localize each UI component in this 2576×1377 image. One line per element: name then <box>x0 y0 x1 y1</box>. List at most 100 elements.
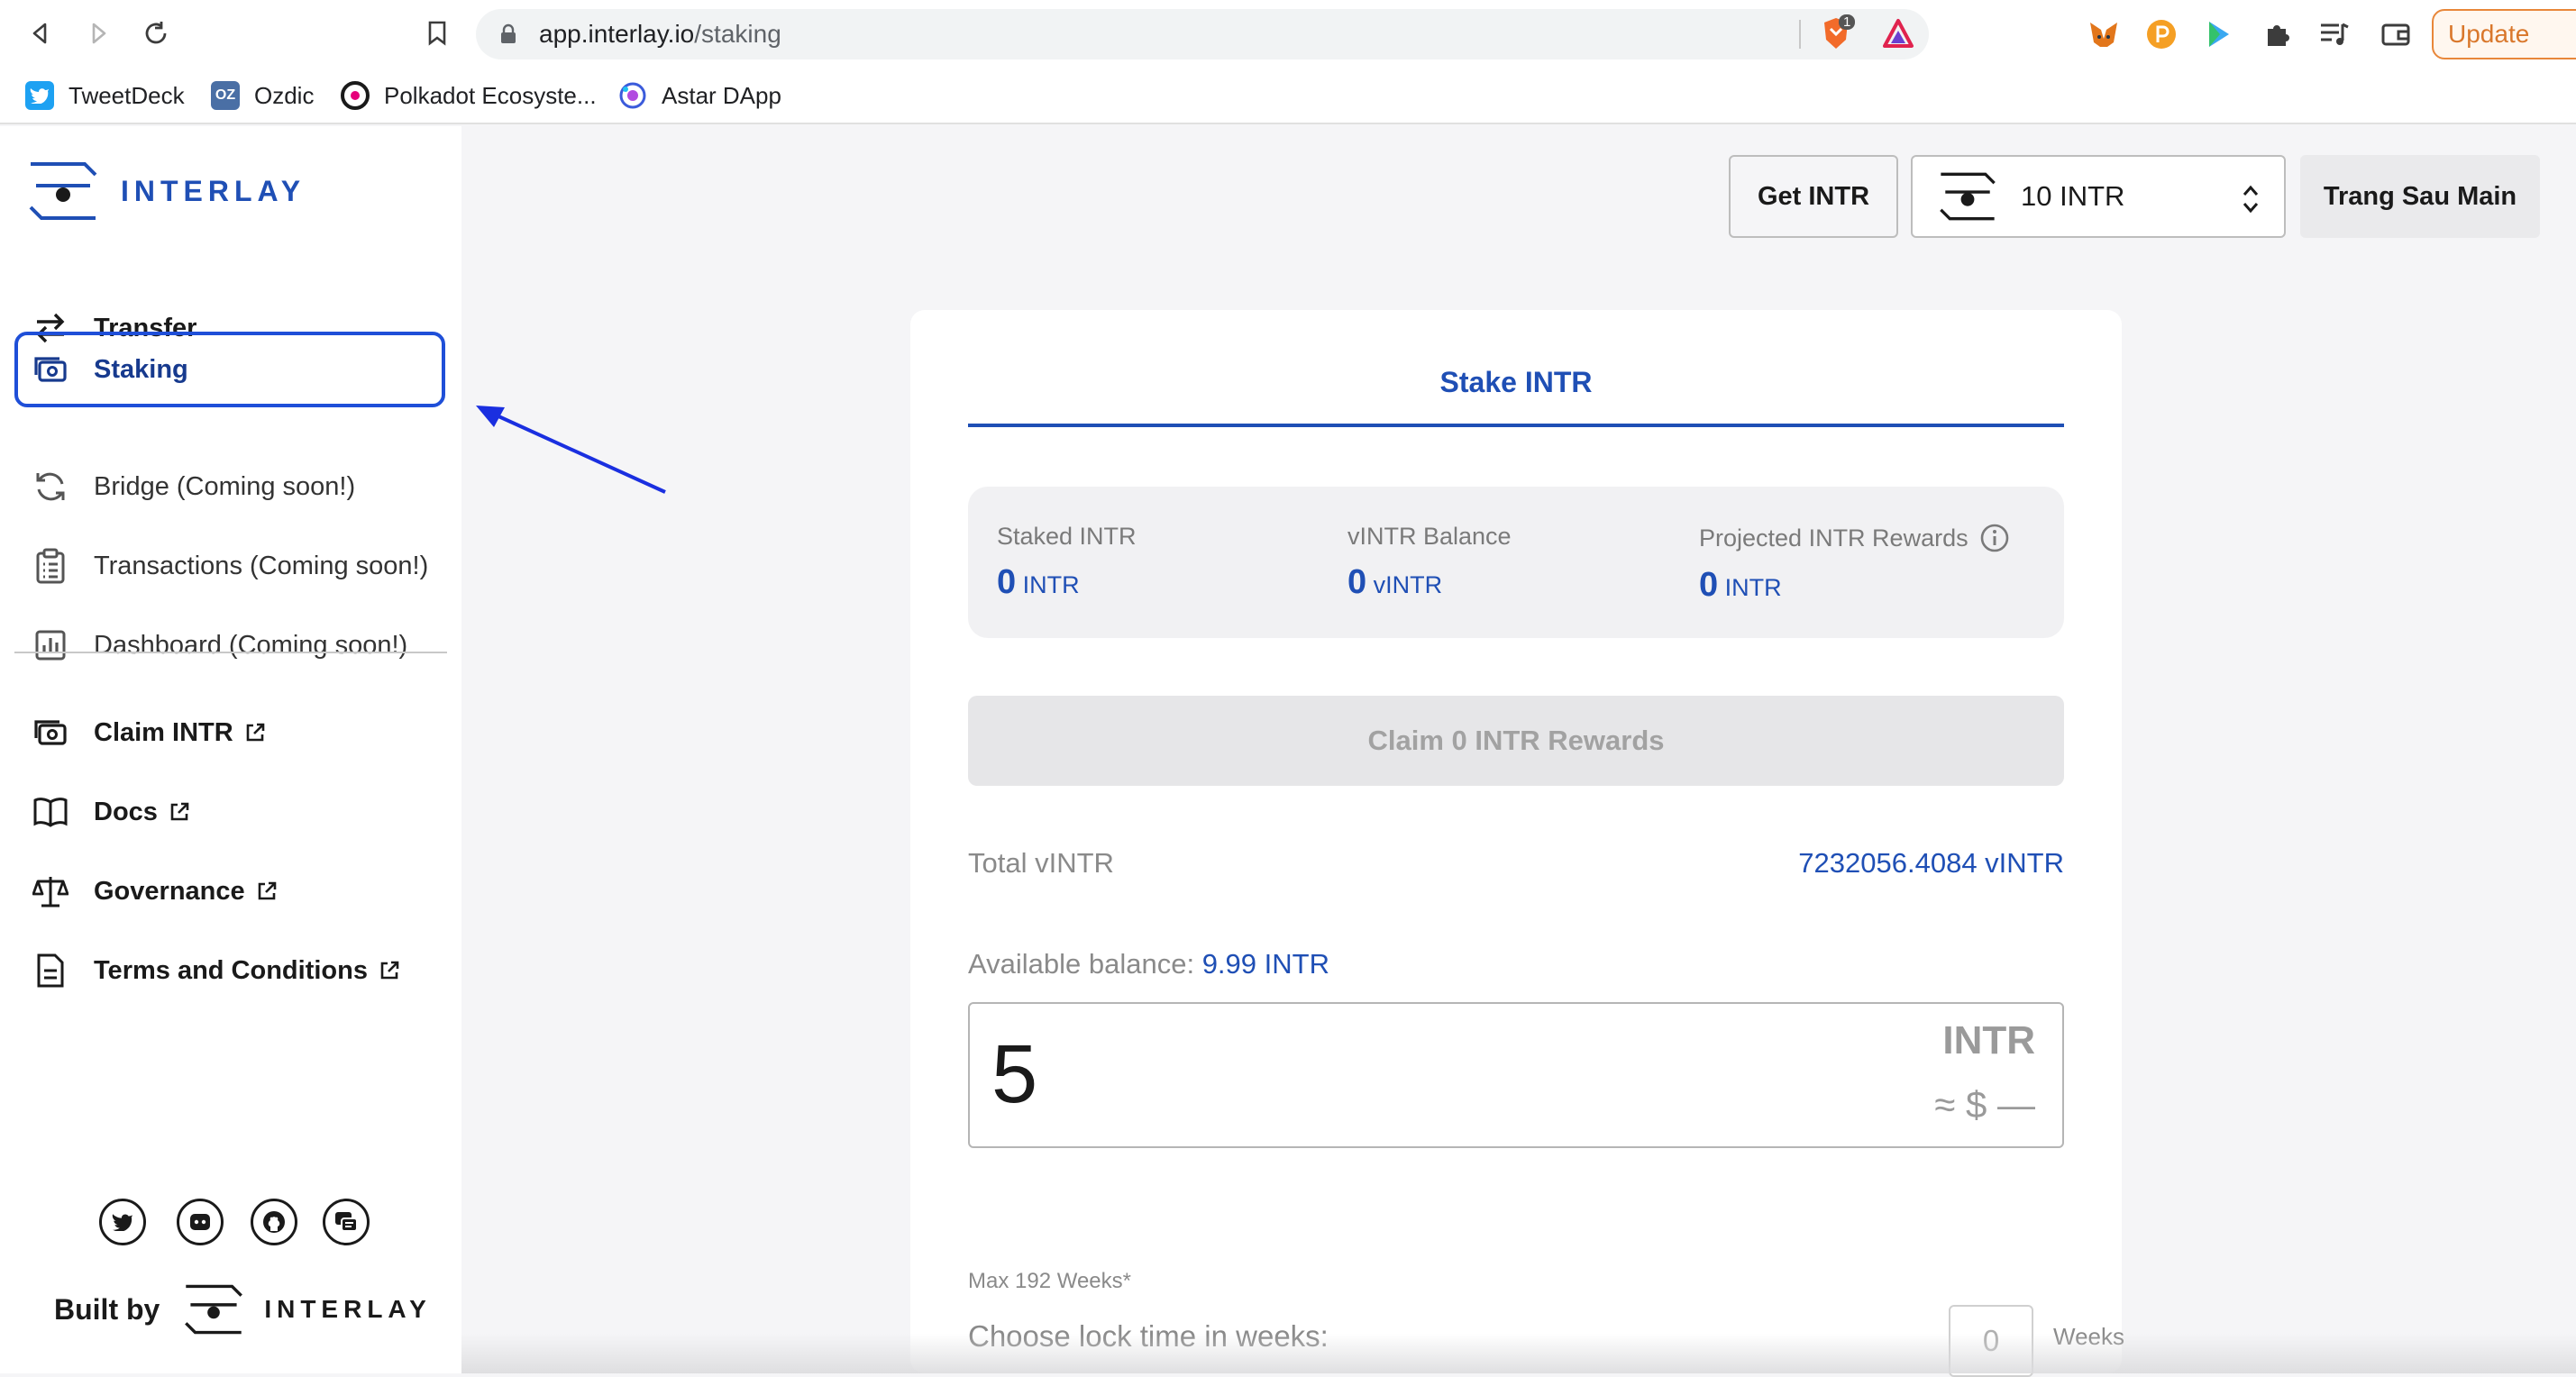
total-vintr-label: Total vINTR <box>968 847 1114 879</box>
bookmarks-bar: TweetDeck OZ Ozdic Polkadot Ecosyste... … <box>0 67 2576 124</box>
staking-icon <box>32 351 69 388</box>
github-social-icon[interactable] <box>251 1199 297 1245</box>
sidebar-link-label: Governance <box>94 876 245 906</box>
staked-intr-stat: Staked INTR 0 INTR <box>997 523 1137 602</box>
bookmark-label: Polkadot Ecosyste... <box>384 81 597 109</box>
sidebar-item-label: Staking <box>94 354 188 384</box>
interlay-brand-icon <box>185 1284 243 1335</box>
lock-icon <box>501 23 516 43</box>
bookmark-ozdic[interactable]: OZ Ozdic <box>211 76 314 115</box>
stake-amount-input[interactable]: 5 INTR ≈ $ — <box>968 1002 2064 1148</box>
extension-icon[interactable] <box>2201 16 2237 52</box>
balance-label: 10 INTR <box>2021 180 2125 212</box>
external-link-icon <box>246 723 264 742</box>
external-link-icon <box>170 802 189 821</box>
stake-amount-value: 5 <box>991 1028 1038 1120</box>
available-balance: Available balance: 9.99 INTR <box>968 948 1329 980</box>
sidebar-link-terms[interactable]: Terms and Conditions <box>14 933 445 1008</box>
stake-amount-currency: INTR <box>1942 1018 2035 1062</box>
sidebar-item-label: Dashboard (Coming soon!) <box>94 630 408 660</box>
update-button[interactable]: Update <box>2432 9 2576 59</box>
bookmark-icon[interactable] <box>416 13 458 54</box>
sidebar-item-bridge[interactable]: Bridge (Coming soon!) <box>14 449 445 524</box>
bookmark-tweetdeck[interactable]: TweetDeck <box>25 76 185 115</box>
metamask-icon[interactable] <box>2086 16 2122 52</box>
twitter-icon <box>25 81 54 110</box>
sidebar-item-dashboard[interactable]: Dashboard (Coming soon!) <box>14 607 445 683</box>
intr-token-icon <box>1940 172 1996 221</box>
sidebar-divider <box>14 652 447 653</box>
bookmark-label: Ozdic <box>254 81 315 109</box>
staking-stats: Staked INTR 0 INTR vINTR Balance 0 vINTR… <box>968 487 2064 638</box>
projected-rewards-label: Projected INTR Rewards <box>1699 523 2010 553</box>
bookmark-polkadot[interactable]: Polkadot Ecosyste... <box>341 76 597 115</box>
staked-intr-value: 0 INTR <box>997 563 1080 601</box>
claim-rewards-button[interactable]: Claim 0 INTR Rewards <box>968 696 2064 786</box>
account-button[interactable]: Trang Sau Main <box>2300 155 2540 238</box>
external-link-icon <box>380 961 399 980</box>
docs-icon <box>32 794 69 830</box>
media-queue-icon[interactable] <box>2316 16 2352 52</box>
brave-badge: 1 <box>1839 14 1856 30</box>
max-weeks-hint: Max 192 Weeks* <box>968 1269 1131 1293</box>
sidebar-item-transactions[interactable]: Transactions (Coming soon!) <box>14 528 445 604</box>
astar-icon <box>618 81 647 110</box>
back-icon[interactable] <box>20 13 61 54</box>
get-intr-button[interactable]: Get INTR <box>1729 155 1898 238</box>
available-balance-label: Available balance: <box>968 948 1195 980</box>
terms-icon <box>32 953 69 989</box>
built-by-brand[interactable]: INTERLAY <box>181 1283 431 1336</box>
ozdic-icon: OZ <box>211 81 240 110</box>
address-bar[interactable]: app.interlay.io/staking 1 <box>476 9 1929 59</box>
reload-icon[interactable] <box>135 13 177 54</box>
sidebar-item-label: Bridge (Coming soon!) <box>94 471 356 501</box>
sidebar-link-label: Docs <box>94 797 158 826</box>
interlay-logo[interactable]: INTERLAY <box>27 160 306 222</box>
external-link-icon <box>258 881 276 900</box>
total-vintr-row: Total vINTR 7232056.4084 vINTR <box>968 847 2064 880</box>
transactions-icon <box>32 548 69 584</box>
built-by-brand-text: INTERLAY <box>264 1295 432 1323</box>
wallet-icon[interactable] <box>2378 16 2414 52</box>
sidebar-link-docs[interactable]: Docs <box>14 774 445 850</box>
sidebar-link-label: Claim INTR <box>94 717 233 747</box>
bridge-icon <box>32 469 69 505</box>
dashboard-icon <box>32 627 69 663</box>
available-balance-value[interactable]: 9.99 INTR <box>1202 948 1329 980</box>
projected-rewards-value: 0 INTR <box>1699 566 1782 604</box>
staked-intr-label: Staked INTR <box>997 523 1137 550</box>
balance-selector[interactable]: 10 INTR <box>1911 155 2286 238</box>
staking-card: Stake INTR Staked INTR 0 INTR vINTR Bala… <box>910 310 2124 1377</box>
browser-toolbar: app.interlay.io/staking 1 Update <box>0 0 2576 67</box>
bookmark-label: TweetDeck <box>69 81 185 109</box>
sidebar-item-staking[interactable]: Staking <box>14 332 445 407</box>
built-by-label: Built by <box>54 1292 160 1326</box>
discord-social-icon[interactable] <box>177 1199 224 1245</box>
tab-stake-intr[interactable]: Stake INTR <box>968 366 2064 427</box>
governance-icon <box>32 873 69 909</box>
url-text: app.interlay.io/staking <box>539 20 781 48</box>
vintr-balance-stat: vINTR Balance 0 vINTR <box>1347 523 1512 602</box>
twitter-social-icon[interactable] <box>99 1199 146 1245</box>
vintr-balance-value: 0 vINTR <box>1347 563 1443 601</box>
puzzle-icon[interactable] <box>2259 16 2295 52</box>
bottom-scroll-fade <box>461 1334 2576 1373</box>
brave-shield-icon[interactable]: 1 <box>1821 14 1857 52</box>
forward-icon[interactable] <box>78 13 119 54</box>
chevron-updown-icon <box>2243 185 2259 214</box>
sidebar-link-claim-intr[interactable]: Claim INTR <box>14 695 445 771</box>
polkadot-icon <box>341 81 370 110</box>
forum-social-icon[interactable] <box>323 1199 370 1245</box>
interlay-logo-icon <box>29 162 97 220</box>
brave-rewards-icon[interactable] <box>1882 18 1914 53</box>
sidebar-link-label: Terms and Conditions <box>94 955 368 985</box>
stake-amount-usd: ≈ $ — <box>1934 1083 2035 1126</box>
info-icon[interactable] <box>1979 523 2010 553</box>
address-bar-separator <box>1799 20 1801 49</box>
sidebar-link-governance[interactable]: Governance <box>14 853 445 929</box>
bookmark-astar[interactable]: Astar DApp <box>618 76 781 115</box>
sidebar: INTERLAY Transfer Staking Bridge (Coming… <box>0 126 461 1373</box>
polkadot-ext-icon[interactable] <box>2143 16 2179 52</box>
vintr-balance-label: vINTR Balance <box>1347 523 1512 550</box>
sidebar-item-label: Transactions (Coming soon!) <box>94 551 429 580</box>
